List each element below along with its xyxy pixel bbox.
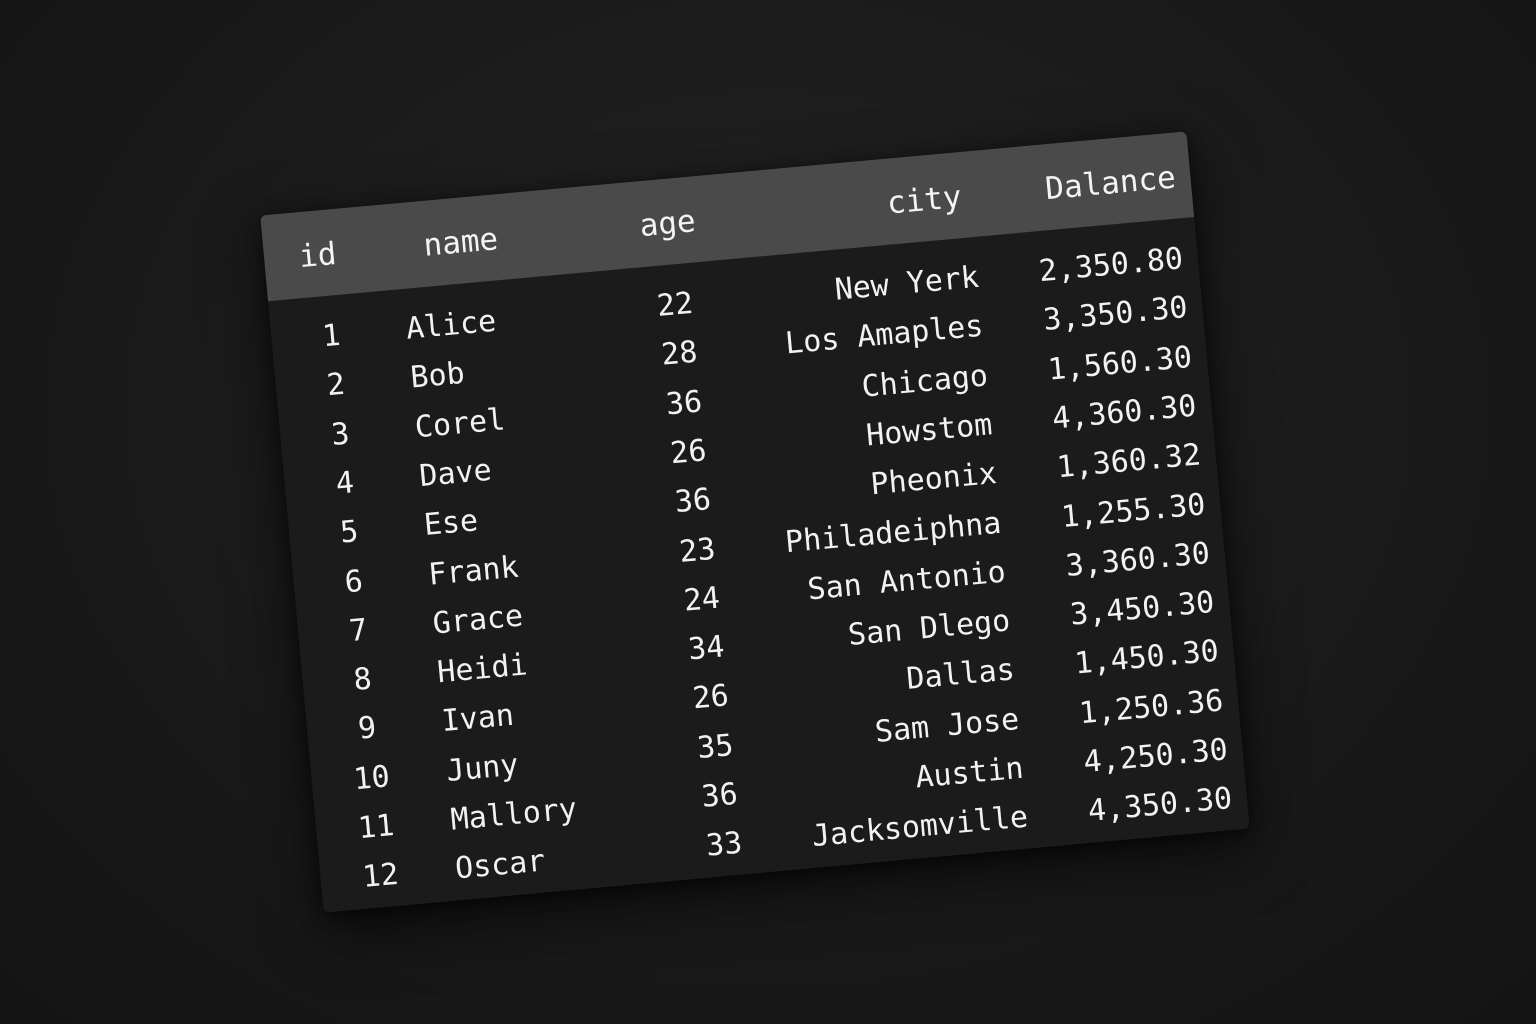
cell-balance: 4,250.30 <box>1082 732 1230 781</box>
cell-id: 6 <box>343 563 365 600</box>
cell-city: Austin <box>913 750 1026 796</box>
column-header-city[interactable]: city <box>781 179 963 229</box>
cell-name: Frank <box>426 549 520 593</box>
cell-id: 3 <box>329 416 351 453</box>
cell-name: Ivan <box>440 698 516 740</box>
cell-id: 7 <box>347 612 369 649</box>
cell-city: San Dlego <box>846 603 1012 654</box>
cell-balance: 1,360.32 <box>1055 437 1203 486</box>
cell-balance: 1,560.30 <box>1046 339 1194 388</box>
cell-id: 10 <box>352 758 392 798</box>
data-table: id name age city Dalance 1 Alice 22 New Yer… <box>260 131 1250 913</box>
cell-name: Corel <box>413 401 507 445</box>
cell-city: Sam Jose <box>873 701 1021 750</box>
cell-name: Heidi <box>435 647 529 691</box>
cell-city: Howstom <box>864 407 994 454</box>
cell-city: Jacksomville <box>810 799 1030 855</box>
cell-id: 5 <box>338 514 360 551</box>
backdrop: id name age city Dalance 1 Alice 22 New Yer… <box>0 0 1536 1024</box>
cell-age: 35 <box>695 727 735 766</box>
cell-age: 24 <box>682 580 722 619</box>
cell-name: Grace <box>431 598 525 642</box>
cell-age: 36 <box>664 383 704 423</box>
cell-name: Alice <box>404 303 498 347</box>
cell-balance: 1,255.30 <box>1059 486 1207 535</box>
cell-balance: 2,350.80 <box>1037 241 1185 290</box>
cell-name: Bob <box>408 356 467 396</box>
cell-balance: 3,450.30 <box>1068 584 1216 633</box>
cell-age: 23 <box>677 531 717 570</box>
cell-id: 9 <box>356 710 378 748</box>
column-header-age[interactable]: age <box>621 203 713 244</box>
cell-name: Oscar <box>453 843 547 887</box>
cell-city: Los Amaples <box>783 308 985 362</box>
cell-city: Philadeiphna <box>783 505 1003 560</box>
cell-city: New Yerk <box>833 259 981 308</box>
cell-city: Chicago <box>860 357 990 405</box>
cell-city: Dallas <box>904 652 1017 698</box>
cell-name: Dave <box>417 452 494 495</box>
cell-city: Pheonix <box>869 456 999 503</box>
cell-balance: 4,350.30 <box>1086 781 1234 830</box>
cell-age: 33 <box>704 825 744 864</box>
cell-age: 36 <box>700 776 740 815</box>
cell-balance: 4,360.30 <box>1050 388 1198 437</box>
cell-age: 36 <box>673 482 713 521</box>
cell-name: Ese <box>422 503 480 544</box>
cell-age: 28 <box>659 334 700 374</box>
cell-balance: 1,450.30 <box>1073 633 1221 682</box>
cell-name: Mallory <box>449 791 579 838</box>
cell-city: San Antonio <box>806 554 1008 608</box>
column-header-name[interactable]: name <box>422 218 564 264</box>
cell-id: 2 <box>325 366 347 404</box>
cell-name: Juny <box>444 747 520 789</box>
cell-age: 34 <box>686 629 726 668</box>
column-header-id[interactable]: id <box>297 236 361 275</box>
cell-age: 22 <box>655 285 695 324</box>
cell-id: 4 <box>334 465 356 502</box>
cell-id: 11 <box>356 808 396 847</box>
cell-balance: 3,360.30 <box>1064 535 1212 584</box>
cell-balance: 3,350.30 <box>1041 290 1189 339</box>
cell-balance: 1,250.36 <box>1077 683 1225 732</box>
cell-id: 1 <box>320 317 342 355</box>
cell-age: 26 <box>691 678 731 717</box>
cell-age: 26 <box>668 433 708 472</box>
column-header-balance[interactable]: Dalance <box>985 160 1177 211</box>
cell-id: 8 <box>352 661 374 699</box>
cell-id: 12 <box>360 857 401 896</box>
